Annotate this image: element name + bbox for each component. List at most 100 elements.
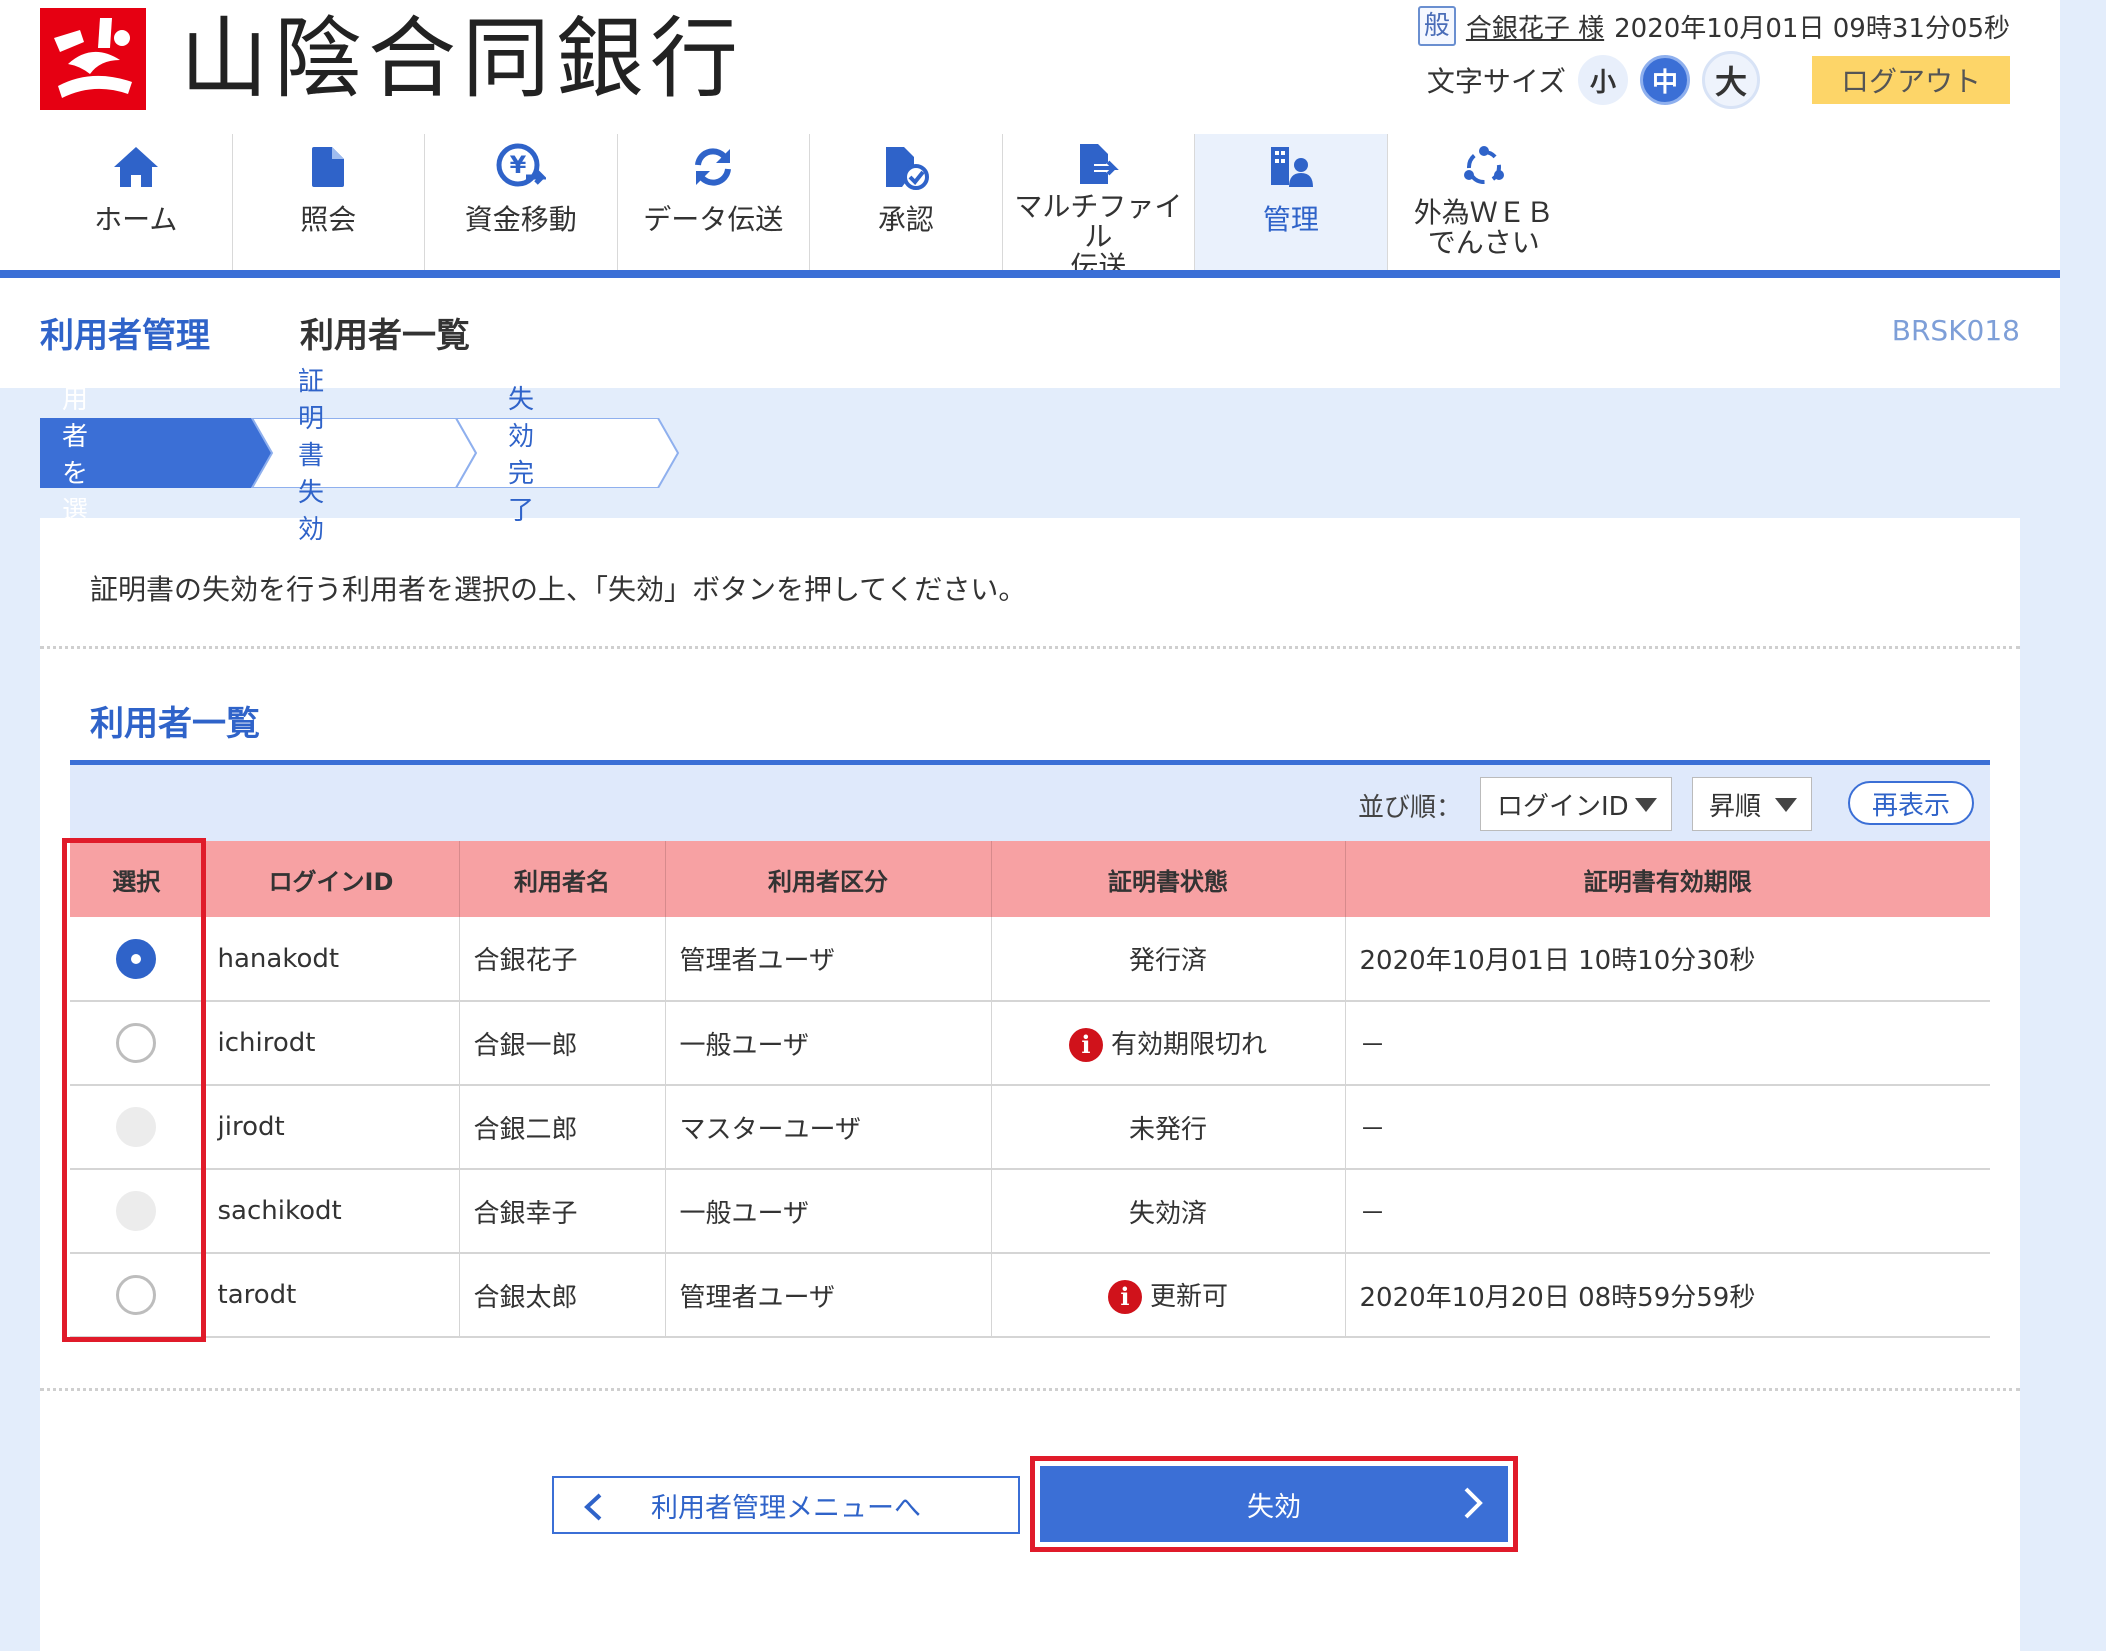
user-name-cell: 合銀幸子 (459, 1169, 666, 1254)
select-cell (70, 917, 204, 1002)
step-label: 利用者を選択 (62, 348, 89, 563)
user-radio-tarodt[interactable] (116, 1275, 157, 1315)
separator (40, 1388, 2020, 1391)
column-header-certificate-status: 証明書状態 (991, 841, 1346, 917)
chevron-left-icon (582, 1492, 604, 1529)
nav-underline (0, 270, 2060, 278)
nav-label: ホーム (94, 203, 178, 236)
step-label: 証明書失効 (298, 366, 325, 545)
bank-logo-icon (40, 8, 146, 110)
user-type-cell: 管理者ユーザ (665, 1253, 992, 1338)
user-table: 選択 ログインID 利用者名 利用者区分 証明書状態 証明書有効期限 hanak… (70, 841, 1990, 1338)
user-name-cell: 合銀花子 (459, 917, 666, 1002)
info-alert-icon: i (1107, 1280, 1142, 1315)
user-kind-badge: 般 (1417, 6, 1456, 46)
certificate-status-text: 失効済 (1128, 1198, 1207, 1229)
column-header-user-type: 利用者区分 (665, 841, 992, 917)
approve-document-icon (879, 140, 933, 194)
nav-label: 照会 (300, 203, 357, 236)
yen-transfer-icon: ¥ (494, 140, 548, 194)
sort-field-value: ログインID (1497, 791, 1629, 822)
dropdown-arrow-icon (1775, 798, 1797, 812)
table-row: sachikodt 合銀幸子 一般ユーザ 失効済 － (70, 1169, 1990, 1254)
nav-item-fund-transfer[interactable]: ¥ 資金移動 (425, 134, 618, 270)
logout-button[interactable]: ログアウト (1812, 56, 2010, 104)
file-send-icon (1071, 140, 1125, 188)
font-size-control: 文字サイズ 小 中 大 ログアウト (1427, 50, 2010, 110)
dropdown-arrow-icon (1635, 798, 1657, 812)
nav-item-multi-file-transmission[interactable]: マルチファイル 伝送 (1003, 134, 1196, 282)
select-cell (70, 1001, 204, 1086)
list-title: 利用者一覧 (90, 704, 260, 744)
column-header-select: 選択 (70, 841, 204, 917)
step-label: 失効完了 (508, 385, 535, 526)
login-datetime: 2020年10月01日 09時31分05秒 (1614, 13, 2010, 44)
nav-item-management[interactable]: 管理 (1195, 134, 1388, 270)
nav-item-home[interactable]: ホーム (40, 134, 233, 270)
redisplay-button[interactable]: 再表示 (1848, 781, 1974, 825)
sort-order-select[interactable]: 昇順 (1692, 777, 1812, 831)
nav-label: 外為ＷＥＢ でんさい (1413, 196, 1554, 259)
column-header-login-id: ログインID (203, 841, 460, 917)
building-user-icon (1264, 140, 1318, 194)
cycle-icon (1457, 140, 1511, 194)
table-row: jirodt 合銀二郎 マスターユーザ 未発行 － (70, 1085, 1990, 1170)
document-icon (301, 140, 355, 194)
instruction-text: 証明書の失効を行う利用者を選択の上、「失効」ボタンを押してください。 (90, 573, 1027, 606)
column-header-user-name: 利用者名 (459, 841, 666, 917)
nav-item-approval[interactable]: 承認 (810, 134, 1003, 270)
certificate-status-text: 未発行 (1128, 1114, 1207, 1145)
nav-item-inquiry[interactable]: 照会 (233, 134, 426, 270)
select-cell (70, 1085, 204, 1170)
separator (40, 646, 2020, 649)
login-id-cell: tarodt (203, 1253, 460, 1338)
page-scrollbar[interactable] (2060, 0, 2106, 1651)
user-name-link[interactable]: 合銀花子 様 (1466, 8, 1604, 45)
revoke-button[interactable]: 失効 (1040, 1466, 1508, 1542)
user-type-cell: マスターユーザ (665, 1085, 992, 1170)
select-cell (70, 1253, 204, 1338)
step-select-user: 利用者を選択 (62, 348, 88, 563)
table-row: tarodt 合銀太郎 管理者ユーザ i 更新可 2020年10月20日 08時5… (70, 1253, 1990, 1338)
user-radio-hanakodt[interactable] (116, 938, 157, 979)
user-type-cell: 管理者ユーザ (665, 917, 992, 1002)
sort-field-select[interactable]: ログインID (1480, 777, 1672, 831)
user-radio-sachikodt (116, 1191, 157, 1231)
certificate-status-text: 更新可 (1149, 1281, 1228, 1312)
nav-item-fx-web-densai[interactable]: 外為ＷＥＢ でんさい (1388, 134, 1580, 270)
main-nav: ホーム 照会 ¥ 資金移動 データ伝送 承認 マルチファイル 伝送 管理 外為Ｗ… (40, 134, 1580, 282)
font-size-medium-button[interactable]: 中 (1640, 55, 1690, 105)
nav-item-data-transmission[interactable]: データ伝送 (618, 134, 811, 270)
screen-id: BRSK018 (1891, 314, 2020, 347)
steps-shape (40, 418, 680, 488)
nav-label: 資金移動 (464, 203, 577, 236)
column-header-certificate-expiry: 証明書有効期限 (1345, 841, 1990, 917)
font-size-large-button[interactable]: 大 (1702, 51, 1760, 109)
certificate-expiry-cell: － (1345, 1085, 1990, 1170)
content-card: 証明書の失効を行う利用者を選択の上、「失効」ボタンを押してください。 利用者一覧… (40, 518, 2020, 1651)
bank-name: 山陰合同銀行 (180, 7, 745, 110)
user-name-cell: 合銀二郎 (459, 1085, 666, 1170)
info-alert-icon: i (1068, 1028, 1103, 1063)
user-radio-ichirodt[interactable] (116, 1023, 157, 1063)
certificate-status-cell: 失効済 (991, 1169, 1346, 1254)
sort-bar: 並び順： ログインID 昇順 再表示 (70, 765, 1990, 841)
back-button-label: 利用者管理メニューへ (651, 1492, 921, 1524)
user-name-cell: 合銀太郎 (459, 1253, 666, 1338)
login-id-cell: jirodt (203, 1085, 460, 1170)
page-title: 利用者一覧 (300, 316, 470, 356)
certificate-expiry-cell: 2020年10月01日 10時10分30秒 (1345, 917, 1990, 1002)
login-id-cell: ichirodt (203, 1001, 460, 1086)
header: 山陰合同銀行 般 合銀花子 様 2020年10月01日 09時31分05秒 文字… (0, 0, 2060, 282)
login-id-cell: hanakodt (203, 917, 460, 1002)
revoke-button-label: 失効 (1247, 1491, 1301, 1523)
svg-text:¥: ¥ (509, 151, 526, 179)
refresh-icon (686, 140, 740, 194)
nav-label: 管理 (1262, 203, 1319, 236)
back-to-user-menu-button[interactable]: 利用者管理メニューへ (552, 1476, 1020, 1534)
user-name-cell: 合銀一郎 (459, 1001, 666, 1086)
certificate-expiry-cell: － (1345, 1001, 1990, 1086)
user-type-cell: 一般ユーザ (665, 1169, 992, 1254)
font-size-small-button[interactable]: 小 (1578, 55, 1628, 105)
certificate-expiry-cell: － (1345, 1169, 1990, 1254)
